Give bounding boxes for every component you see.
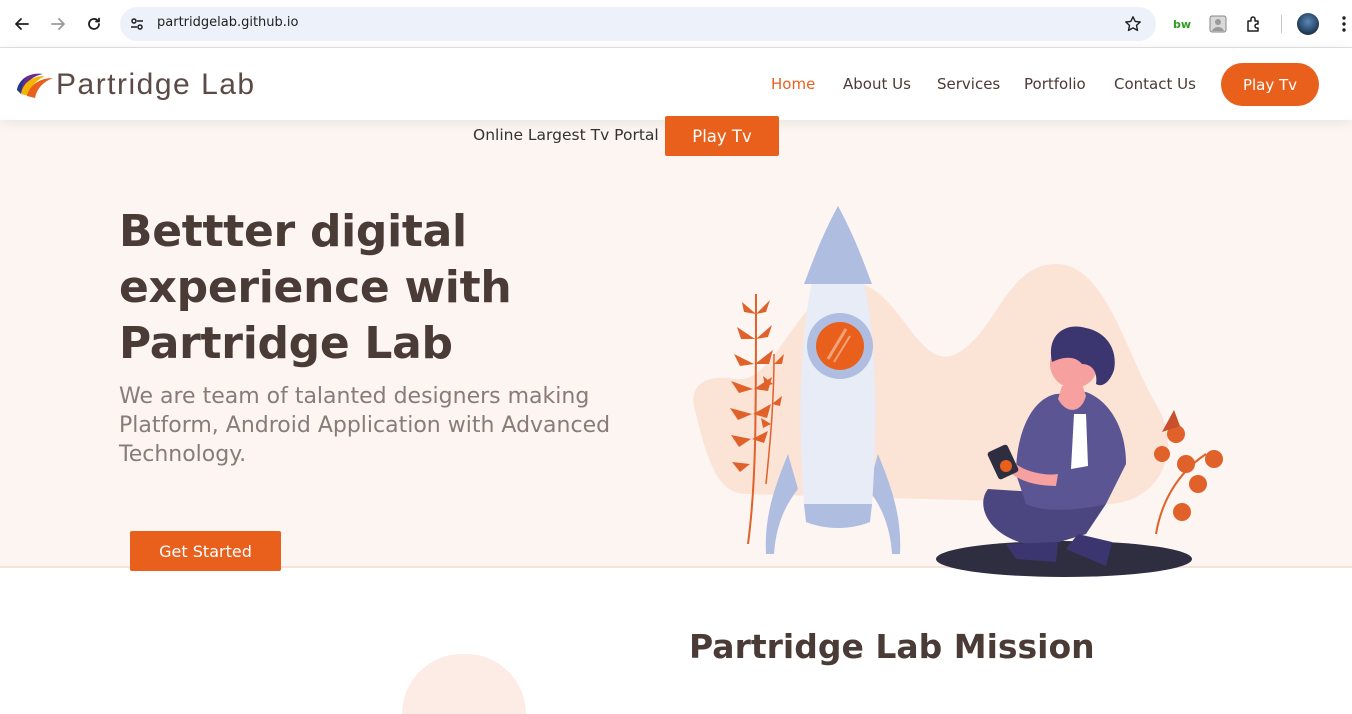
browser-toolbar: partridgelab.github.io bw	[0, 0, 1352, 48]
address-bar[interactable]: partridgelab.github.io	[120, 7, 1156, 41]
play-tv-nav-button[interactable]: Play Tv	[1221, 63, 1319, 106]
promo-text: Online Largest Tv Portal	[473, 126, 659, 144]
nav-contact-us[interactable]: Contact Us	[1114, 75, 1196, 93]
forward-arrow-icon[interactable]	[46, 12, 70, 36]
play-tv-promo-button[interactable]: Play Tv	[665, 116, 779, 156]
puzzle-icon[interactable]	[1243, 13, 1265, 35]
toolbar-divider	[1281, 15, 1282, 33]
site-logo-text[interactable]: Partridge Lab	[56, 68, 256, 102]
site-header: Partridge Lab Home About Us Services Por…	[0, 48, 1352, 120]
nav-about-us[interactable]: About Us	[843, 75, 911, 93]
get-started-button[interactable]: Get Started	[130, 531, 281, 571]
nav-home[interactable]: Home	[771, 75, 815, 93]
url-text[interactable]: partridgelab.github.io	[157, 15, 298, 30]
hero-section: Online Largest Tv Portal Play Tv Bettter…	[0, 116, 1352, 577]
more-menu-icon[interactable]	[1334, 14, 1352, 34]
bw-icon[interactable]: bw	[1171, 13, 1193, 35]
profile-photo-icon[interactable]	[1207, 13, 1229, 35]
hero-subtitle: We are team of talanted designers making…	[119, 384, 611, 467]
ground-shadow	[936, 541, 1192, 577]
back-arrow-icon[interactable]	[10, 12, 34, 36]
logo-mark-icon[interactable]	[15, 70, 55, 100]
hero-title: Bettter digital experience with Partridg…	[119, 206, 512, 369]
nav-services[interactable]: Services	[937, 75, 1000, 93]
rocket-person-illustration	[693, 206, 1223, 577]
site-settings-icon[interactable]	[128, 15, 146, 33]
profile-avatar[interactable]	[1297, 13, 1319, 35]
mission-blob-shape	[402, 654, 526, 714]
bookmark-star-icon[interactable]	[1124, 15, 1142, 33]
mission-title: Partridge Lab Mission	[689, 627, 1095, 666]
nav-portfolio[interactable]: Portfolio	[1024, 75, 1086, 93]
plant-leaves-right	[1154, 410, 1223, 535]
reload-icon[interactable]	[82, 12, 106, 36]
